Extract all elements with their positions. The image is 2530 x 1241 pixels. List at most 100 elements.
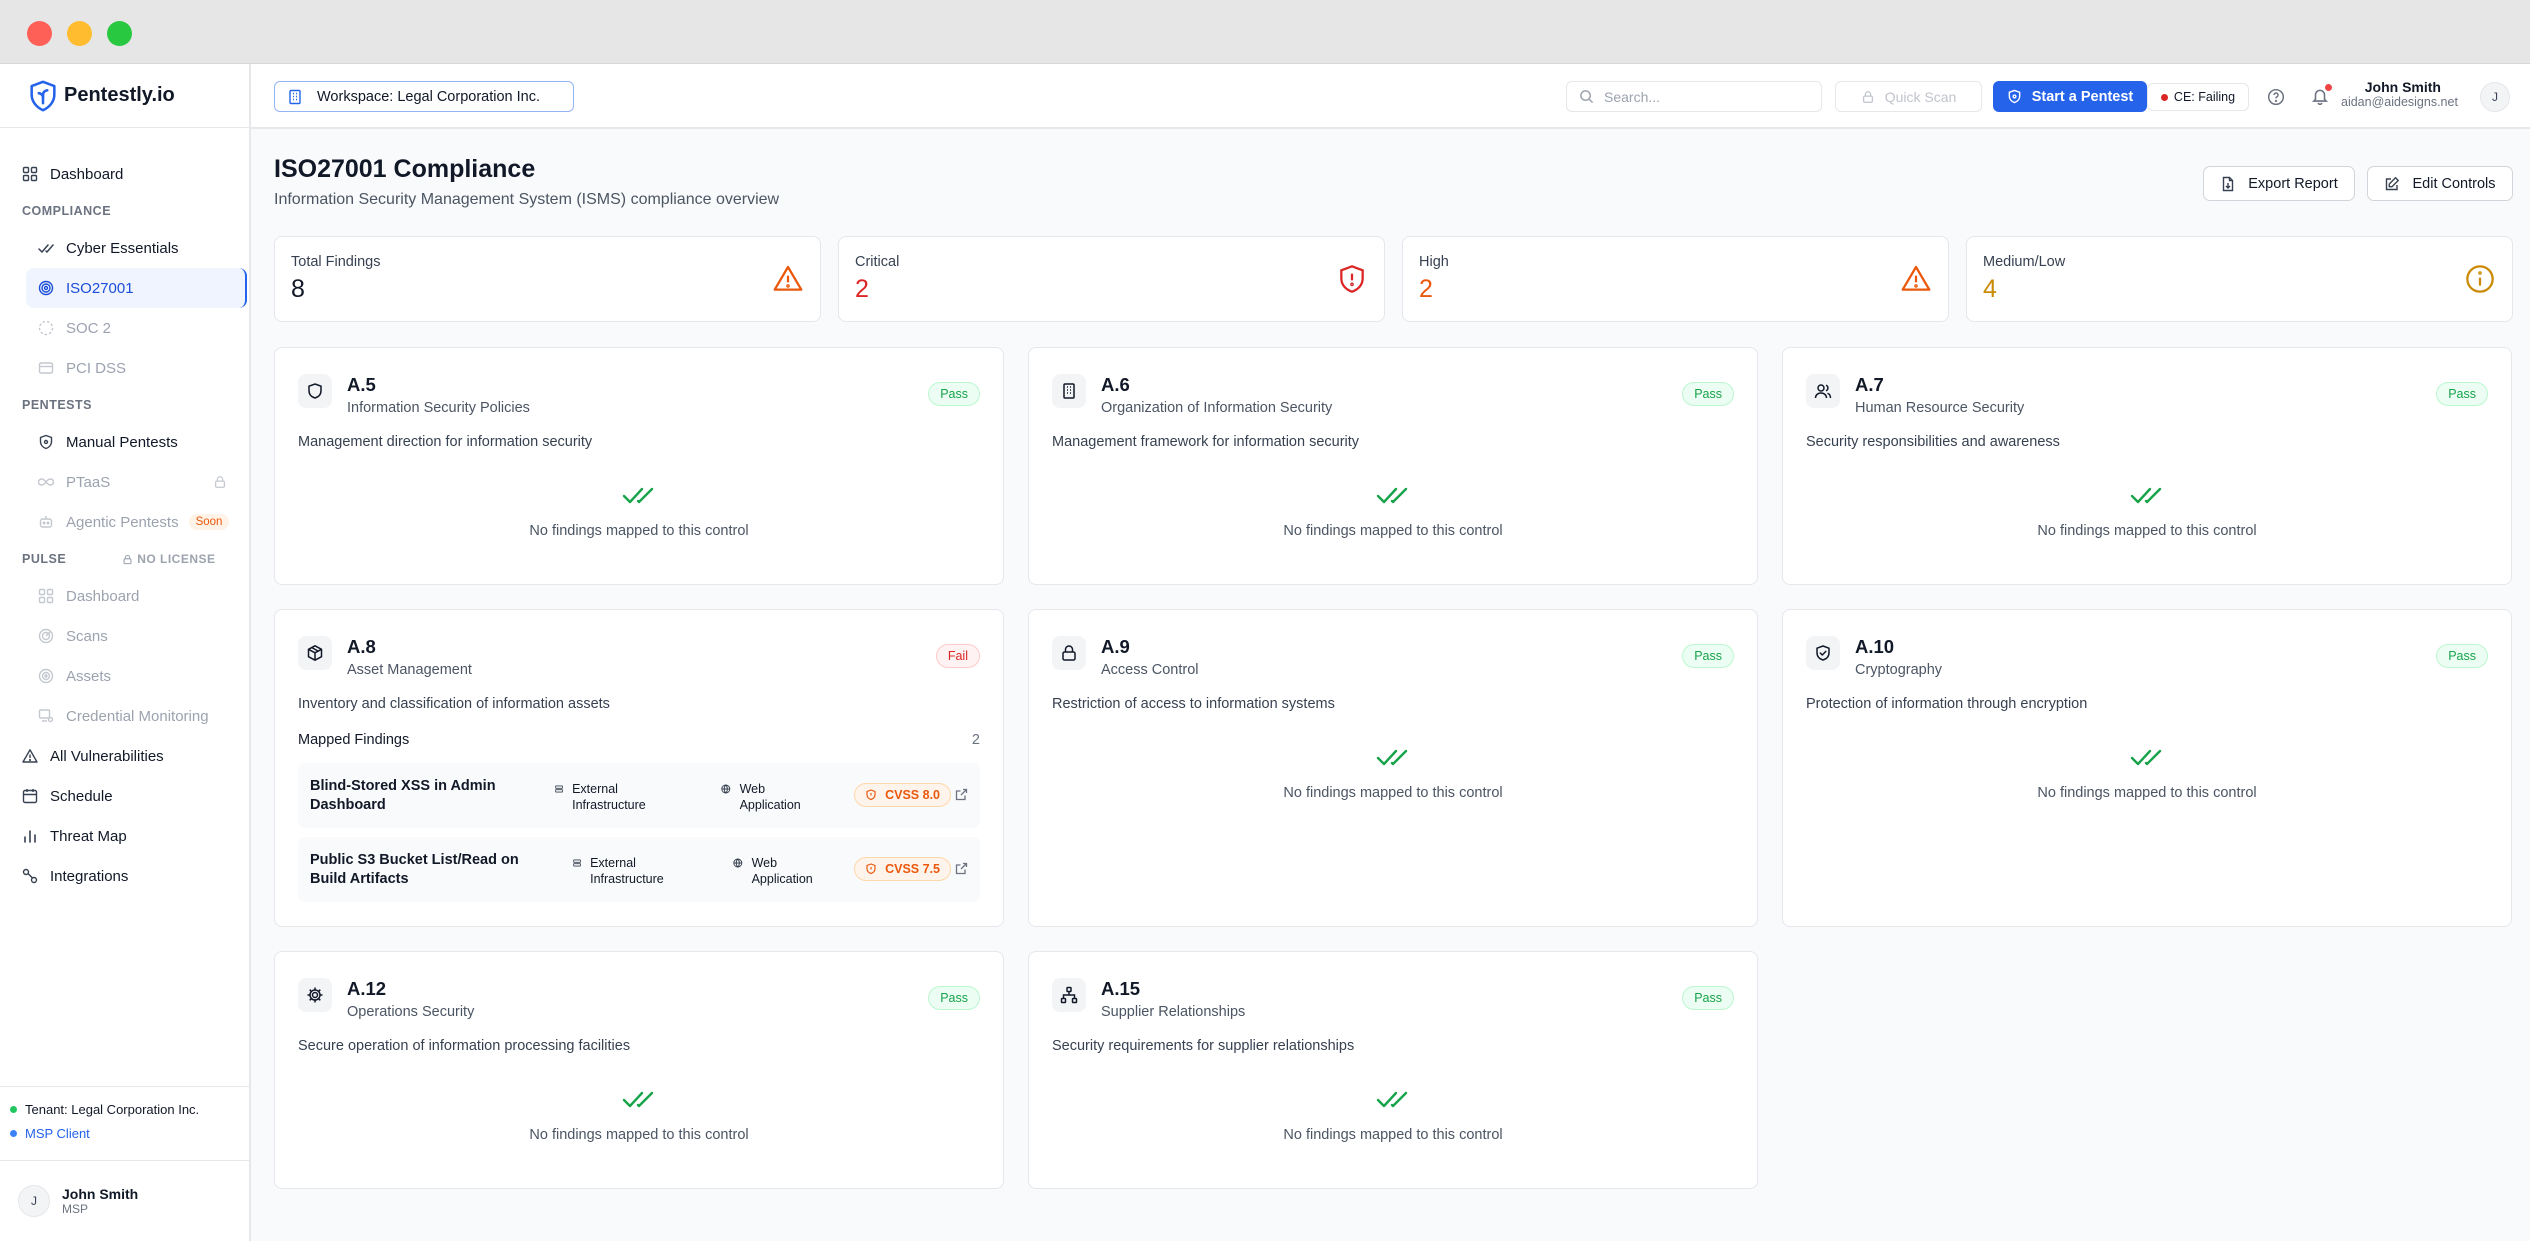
finding-row[interactable]: Blind-Stored XSS in Admin Dashboard Exte… xyxy=(298,763,980,828)
external-link-icon[interactable] xyxy=(955,862,968,875)
control-card-a15[interactable]: A.15 Supplier Relationships Pass Securit… xyxy=(1028,951,1758,1189)
brand[interactable]: Pentestly.io xyxy=(0,64,249,128)
building-icon xyxy=(287,89,303,105)
sidebar-item-label: PTaaS xyxy=(66,473,111,491)
circle-dashed-icon xyxy=(38,320,54,336)
network-icon xyxy=(1060,986,1078,1004)
finding-tag-label: External Infrastructure xyxy=(572,782,646,812)
control-card-a5[interactable]: A.5 Information Security Policies Pass M… xyxy=(274,347,1004,585)
start-pentest-button[interactable]: Start a Pentest xyxy=(1993,81,2147,112)
sidebar-item-label: Dashboard xyxy=(66,587,140,605)
check-double-icon xyxy=(1375,484,1411,508)
status-dot xyxy=(2160,93,2168,101)
sidebar-item-label: Dashboard xyxy=(50,165,124,183)
topbar-user[interactable]: John Smith aidan@aidesigns.net xyxy=(2341,79,2458,109)
sidebar-item-dashboard[interactable]: Dashboard xyxy=(0,154,249,194)
no-findings: No findings mapped to this control xyxy=(1029,746,1757,801)
control-card-a12[interactable]: A.12 Operations Security Pass Secure ope… xyxy=(274,951,1004,1189)
topbar: Workspace: Legal Corporation Inc. Search… xyxy=(251,64,2530,128)
quick-scan-button[interactable]: Quick Scan xyxy=(1835,81,1982,112)
sidebar-item-iso27001[interactable]: ISO27001 xyxy=(26,268,247,308)
sidebar-item-cyber-essentials[interactable]: Cyber Essentials xyxy=(0,228,249,268)
sidebar-item-label: Threat Map xyxy=(50,827,127,845)
notification-dot xyxy=(2325,84,2332,91)
no-findings-text: No findings mapped to this control xyxy=(529,523,749,539)
window-minimize-button[interactable] xyxy=(67,21,92,46)
no-license-badge: NO LICENSE xyxy=(122,552,215,566)
bar-chart-icon xyxy=(22,828,38,844)
control-id: A.8 xyxy=(347,636,376,657)
sidebar-item-label: All Vulnerabilities xyxy=(50,747,164,765)
ce-status-badge[interactable]: CE: Failing xyxy=(2147,83,2249,111)
control-card-a7[interactable]: A.7 Human Resource Security Pass Securit… xyxy=(1782,347,2512,585)
finding-row[interactable]: Public S3 Bucket List/Read on Build Arti… xyxy=(298,837,980,902)
control-description: Inventory and classification of informat… xyxy=(298,696,610,712)
help-icon[interactable] xyxy=(2267,88,2285,106)
control-icon xyxy=(1806,636,1840,670)
notifications-bell-icon[interactable] xyxy=(2311,84,2332,105)
control-card-a6[interactable]: A.6 Organization of Information Security… xyxy=(1028,347,1758,585)
tenant-info: Tenant: Legal Corporation Inc. MSP Clien… xyxy=(0,1086,250,1155)
sidebar-item-assets[interactable]: Assets xyxy=(0,656,249,696)
sidebar-item-soc2[interactable]: SOC 2 xyxy=(0,308,249,348)
sidebar-user[interactable]: J John Smith MSP xyxy=(0,1160,250,1241)
sidebar-item-scans[interactable]: Scans xyxy=(0,616,249,656)
sidebar-item-schedule[interactable]: Schedule xyxy=(0,776,249,816)
sidebar-item-pci-dss[interactable]: PCI DSS xyxy=(0,348,249,388)
external-link-icon[interactable] xyxy=(955,788,968,801)
user-role: MSP xyxy=(62,1202,89,1216)
stat-label: Medium/Low xyxy=(1983,254,2066,270)
page-title: ISO27001 Compliance xyxy=(274,155,536,183)
check-double-icon xyxy=(38,240,54,256)
control-description: Management direction for information sec… xyxy=(298,434,593,450)
finding-tag-web: Web Application xyxy=(721,781,811,813)
stat-value: 4 xyxy=(1983,275,1997,303)
sidebar-item-label: PCI DSS xyxy=(66,359,127,377)
shield-alert-icon xyxy=(865,863,877,875)
window-maximize-button[interactable] xyxy=(107,21,132,46)
edit-controls-button[interactable]: Edit Controls xyxy=(2367,166,2513,201)
status-badge: Pass xyxy=(1682,644,1734,668)
section-compliance: COMPLIANCE xyxy=(22,204,112,218)
control-card-a8[interactable]: A.8 Asset Management Fail Inventory and … xyxy=(274,609,1004,927)
info-circle-icon xyxy=(2464,263,2496,295)
cvss-badge: CVSS 7.5 xyxy=(854,857,951,881)
lock-icon xyxy=(213,475,227,489)
finding-tag-infrastructure: External Infrastructure xyxy=(555,781,655,813)
user-email: aidan@aidesigns.net xyxy=(2341,95,2458,109)
sidebar-item-pulse-dashboard[interactable]: Dashboard xyxy=(0,576,249,616)
sidebar-item-all-vulnerabilities[interactable]: All Vulnerabilities xyxy=(0,736,249,776)
globe-icon xyxy=(733,857,743,869)
sidebar-item-label: Schedule xyxy=(50,787,113,805)
no-findings-text: No findings mapped to this control xyxy=(1283,785,1503,801)
radar-icon xyxy=(38,628,54,644)
sidebar-item-agentic-pentests[interactable]: Agentic Pentests Soon xyxy=(0,502,249,542)
no-findings: No findings mapped to this control xyxy=(1029,1088,1757,1143)
shield-alert-icon xyxy=(865,789,877,801)
sidebar-item-threat-map[interactable]: Threat Map xyxy=(0,816,249,856)
sidebar-item-credential-monitoring[interactable]: Credential Monitoring xyxy=(0,696,249,736)
lock-icon xyxy=(122,554,133,565)
control-description: Restriction of access to information sys… xyxy=(1052,696,1335,712)
bot-icon xyxy=(38,514,54,530)
tenant-row: Tenant: Legal Corporation Inc. xyxy=(10,1097,240,1121)
sidebar-item-integrations[interactable]: Integrations xyxy=(0,856,249,896)
workspace-selector[interactable]: Workspace: Legal Corporation Inc. xyxy=(274,81,574,112)
stat-card-critical: Critical 2 xyxy=(838,236,1385,322)
pentestly-logo-icon xyxy=(26,79,60,113)
mapped-findings-label: Mapped Findings xyxy=(298,732,410,748)
export-report-button[interactable]: Export Report xyxy=(2203,166,2355,201)
export-report-label: Export Report xyxy=(2248,175,2338,192)
window-close-button[interactable] xyxy=(27,21,52,46)
search-input[interactable]: Search... xyxy=(1566,81,1822,112)
cvss-label: CVSS 8.0 xyxy=(885,788,940,802)
msp-row: MSP Client xyxy=(10,1121,240,1145)
stat-value: 2 xyxy=(1419,275,1433,303)
shield-check-icon xyxy=(1814,644,1832,662)
sidebar-item-ptaas[interactable]: PTaaS xyxy=(0,462,249,502)
control-card-a10[interactable]: A.10 Cryptography Pass Protection of inf… xyxy=(1782,609,2512,927)
avatar[interactable]: J xyxy=(2480,82,2510,112)
sidebar-item-manual-pentests[interactable]: Manual Pentests xyxy=(0,422,249,462)
control-card-a9[interactable]: A.9 Access Control Pass Restriction of a… xyxy=(1028,609,1758,927)
control-name: Supplier Relationships xyxy=(1101,1004,1246,1020)
